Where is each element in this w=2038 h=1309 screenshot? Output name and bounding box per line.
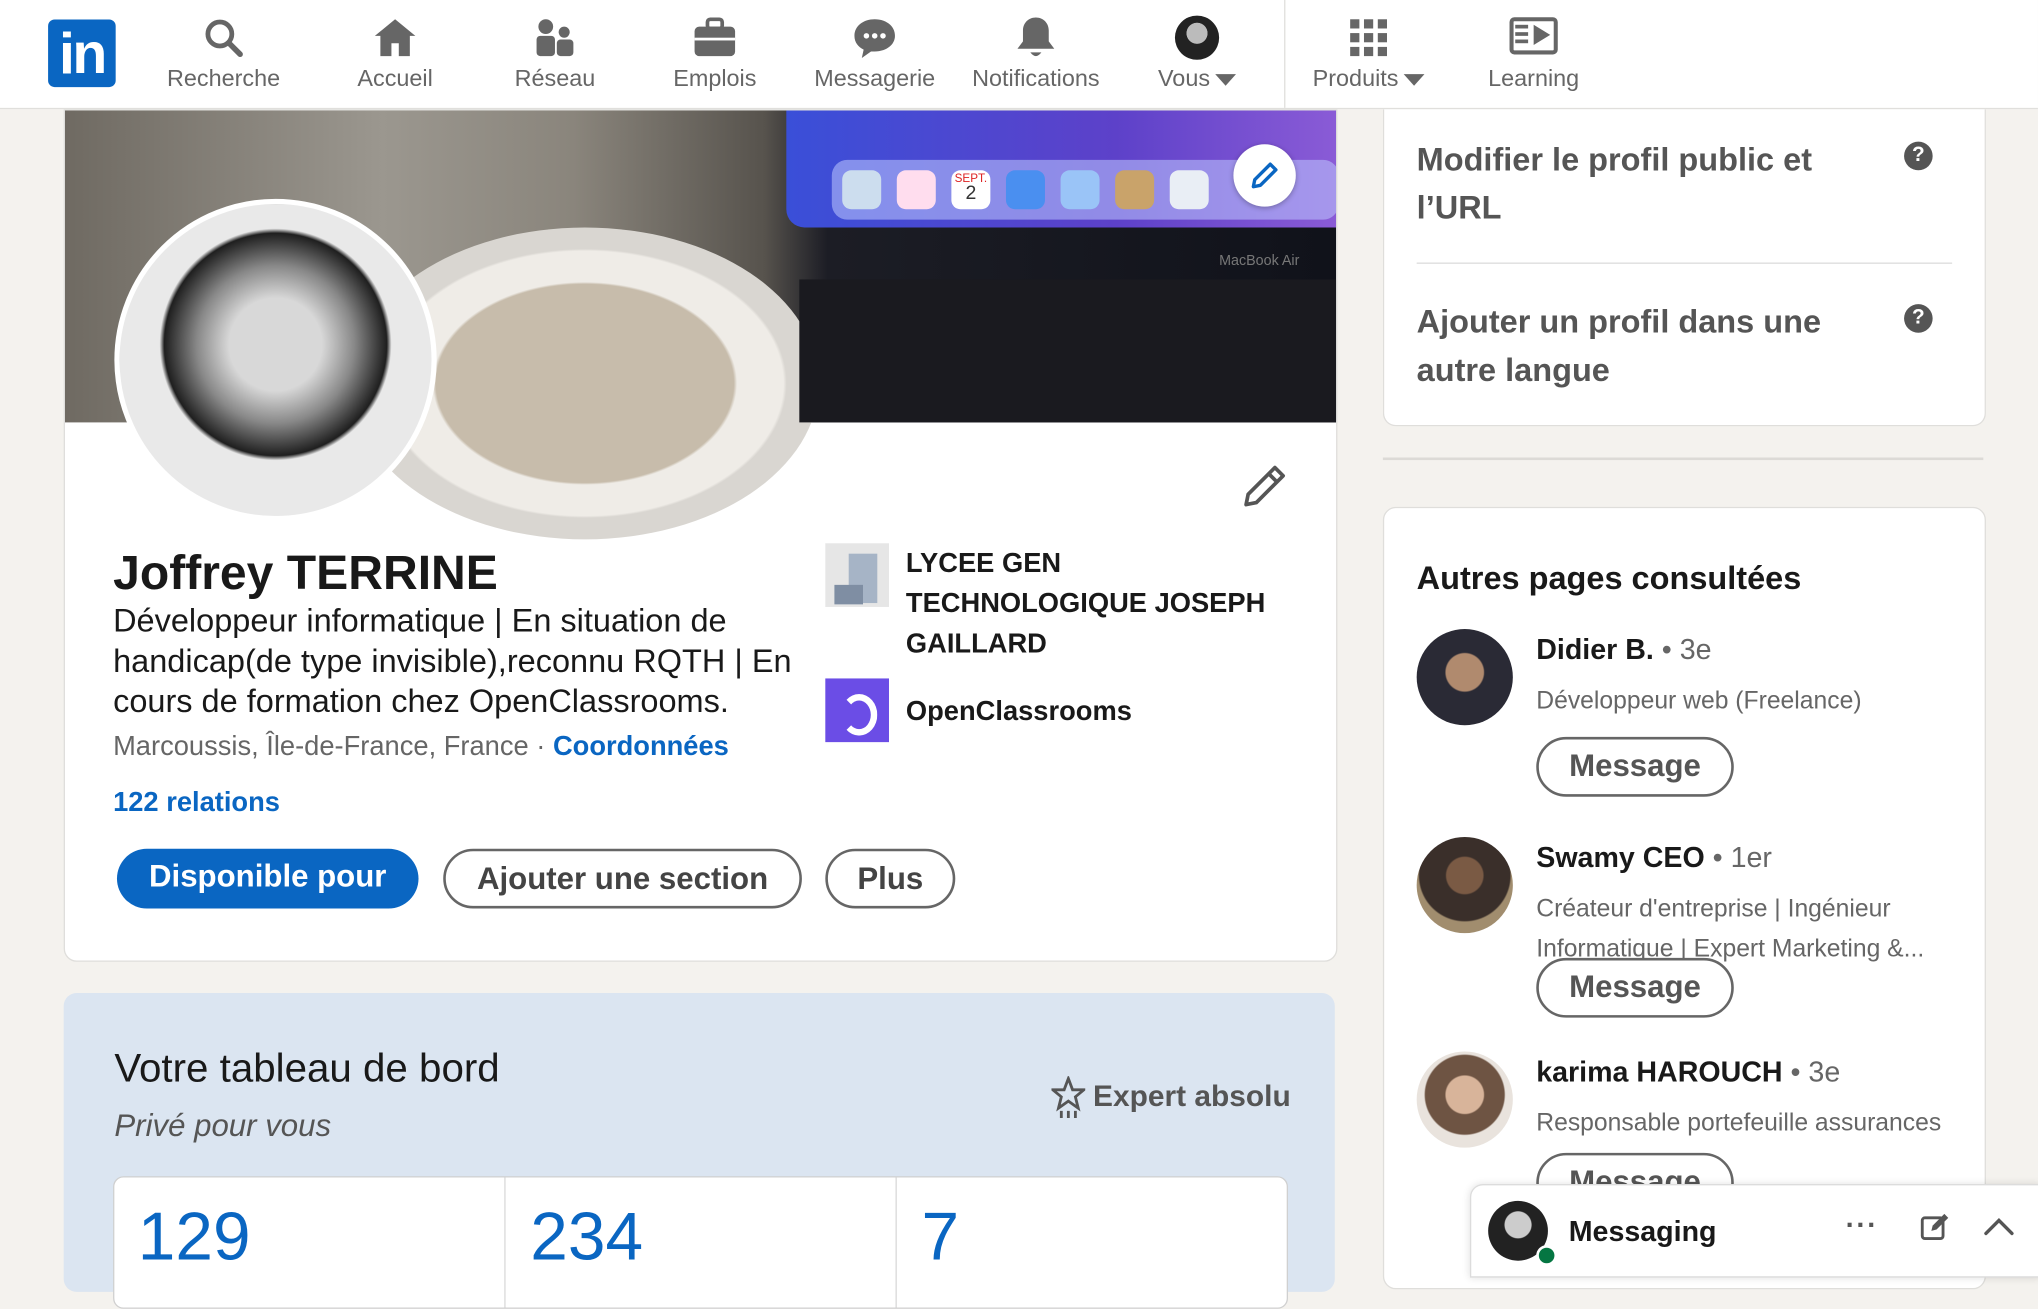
connections-link[interactable]: 122 relations xyxy=(113,788,280,819)
person-name-text: Swamy CEO xyxy=(1536,840,1705,874)
connection-degree: • 3e xyxy=(1653,632,1712,666)
people-section-title: Autres pages consultées xyxy=(1416,560,1802,597)
avatar[interactable] xyxy=(1416,837,1513,934)
person-headline: Responsable portefeuille assurances xyxy=(1536,1109,1942,1138)
dashboard-stats: 129 234 7 xyxy=(113,1176,1289,1309)
openclassrooms-logo xyxy=(825,678,889,743)
nav-label: Accueil xyxy=(357,64,433,91)
dashboard-card: Votre tableau de bord Privé pour vous Ex… xyxy=(63,992,1335,1309)
nav-label: Notifications xyxy=(972,64,1100,91)
divider xyxy=(1416,262,1953,264)
keyboard-image xyxy=(799,279,1337,423)
connection-degree: • 1er xyxy=(1704,840,1772,874)
school-name: OpenClassrooms xyxy=(905,696,1132,727)
messaging-title: Messaging xyxy=(1568,1215,1717,1248)
nav-label: Recherche xyxy=(166,64,281,91)
nav-label: Learning xyxy=(1488,64,1580,91)
nav-learning[interactable]: Learning xyxy=(1454,10,1613,101)
nav-label: Emplois xyxy=(673,64,757,91)
pencil-icon xyxy=(1251,162,1278,189)
chat-icon xyxy=(854,19,895,58)
profile-settings-card: Modifier le profil public et l’URL ? Ajo… xyxy=(1382,109,1986,427)
nav-jobs[interactable]: Emplois xyxy=(636,10,795,101)
star-badge-icon xyxy=(1048,1074,1088,1118)
divider xyxy=(504,1177,506,1308)
person-name[interactable]: Didier B. • 3e xyxy=(1536,633,1711,667)
stat-value[interactable]: 7 xyxy=(921,1198,959,1276)
nav-label: Vous xyxy=(1157,64,1211,91)
compose-icon[interactable] xyxy=(1920,1211,1951,1250)
search-icon xyxy=(205,19,243,58)
profile-name: Joffrey TERRINE xyxy=(113,545,498,600)
add-section-button[interactable]: Ajouter une section xyxy=(443,848,802,909)
divider xyxy=(1382,457,1984,461)
nav-products[interactable]: Produits xyxy=(1289,10,1448,101)
chevron-up-icon[interactable] xyxy=(1982,1211,2016,1250)
stat-value[interactable]: 234 xyxy=(530,1198,643,1276)
nav-divider xyxy=(1284,0,1286,108)
pencil-icon xyxy=(1244,465,1285,507)
profile-card: SEPT. 2 MacBook Air Joffrey TERRINE Dével… xyxy=(63,109,1338,962)
profile-headline: Développeur informatique | En situation … xyxy=(113,603,792,721)
edit-intro-button[interactable] xyxy=(1240,461,1289,517)
caret-down-icon xyxy=(1403,74,1425,87)
profile-photo[interactable] xyxy=(114,198,437,522)
person-name[interactable]: Swamy CEO • 1er xyxy=(1536,841,1772,875)
contact-info-link[interactable]: Coordonnées xyxy=(553,732,729,762)
avatar[interactable] xyxy=(1416,1051,1513,1148)
people-also-viewed-card: Autres pages consultées Didier B. • 3e D… xyxy=(1382,506,1986,1290)
bell-icon xyxy=(1017,17,1055,57)
compose-svg xyxy=(1920,1213,1949,1241)
laptop-label: MacBook Air xyxy=(1219,253,1300,270)
more-options-icon[interactable]: ··· xyxy=(1846,1209,1878,1243)
school-logo xyxy=(825,543,889,607)
dashboard-subtitle: Privé pour vous xyxy=(114,1108,332,1144)
nav-label: Messagerie xyxy=(814,64,936,91)
nav-home[interactable]: Accueil xyxy=(316,10,475,101)
nav-search[interactable]: Recherche xyxy=(144,10,303,101)
network-icon xyxy=(536,19,574,57)
open-to-button[interactable]: Disponible pour xyxy=(116,848,419,909)
calendar-day: 2 xyxy=(965,181,977,205)
avatar[interactable] xyxy=(1416,629,1513,726)
top-navigation: in Recherche Accueil Réseau Emplois Mess… xyxy=(0,0,2038,110)
nav-label: Produits xyxy=(1312,64,1399,91)
expert-badge[interactable]: Expert absolu xyxy=(1048,1074,1291,1120)
person-name-text: karima HAROUCH xyxy=(1536,1055,1783,1088)
briefcase-icon xyxy=(694,17,736,57)
more-button[interactable]: Plus xyxy=(825,848,956,909)
divider xyxy=(895,1177,897,1308)
caret-down-icon xyxy=(1215,74,1237,87)
stat-value[interactable]: 129 xyxy=(138,1198,251,1276)
nav-label: Réseau xyxy=(514,64,596,91)
help-icon[interactable]: ? xyxy=(1904,304,1933,333)
calendar-icon: SEPT. 2 xyxy=(951,170,991,210)
help-icon[interactable]: ? xyxy=(1904,141,1933,171)
nav-notifications[interactable]: Notifications xyxy=(957,10,1116,101)
avatar xyxy=(1174,15,1220,60)
connection-degree: • 3e xyxy=(1782,1055,1841,1088)
messaging-overlay[interactable]: Messaging ··· xyxy=(1469,1184,2038,1278)
message-button[interactable]: Message xyxy=(1536,736,1734,797)
profile-location: Marcoussis, Île-de-France, France · Coor… xyxy=(113,732,729,763)
person-headline: Développeur web (Freelance) xyxy=(1536,687,1862,715)
message-button[interactable]: Message xyxy=(1536,957,1734,1018)
linkedin-logo[interactable]: in xyxy=(48,19,116,88)
edit-banner-button[interactable] xyxy=(1233,144,1296,207)
edit-public-profile-link[interactable]: Modifier le profil public et l’URL xyxy=(1417,136,1859,232)
learning-icon xyxy=(1509,17,1558,55)
add-language-profile-link[interactable]: Ajouter un profil dans une autre langue xyxy=(1417,299,1859,395)
location-text: Marcoussis, Île-de-France, France · xyxy=(113,731,553,762)
dashboard-title: Votre tableau de bord xyxy=(114,1044,500,1091)
expert-label: Expert absolu xyxy=(1093,1078,1291,1113)
grid-icon xyxy=(1350,19,1387,57)
nav-me[interactable]: Vous xyxy=(1118,10,1277,101)
online-status-icon xyxy=(1536,1245,1558,1266)
school-name: LYCEE GEN TECHNOLOGIQUE JOSEPH GAILLARD xyxy=(905,548,1266,659)
nav-messaging[interactable]: Messagerie xyxy=(795,10,954,101)
person-name-text: Didier B. xyxy=(1536,632,1654,666)
nav-network[interactable]: Réseau xyxy=(476,10,635,101)
person-name[interactable]: karima HAROUCH • 3e xyxy=(1536,1055,1840,1089)
home-icon xyxy=(374,19,416,57)
